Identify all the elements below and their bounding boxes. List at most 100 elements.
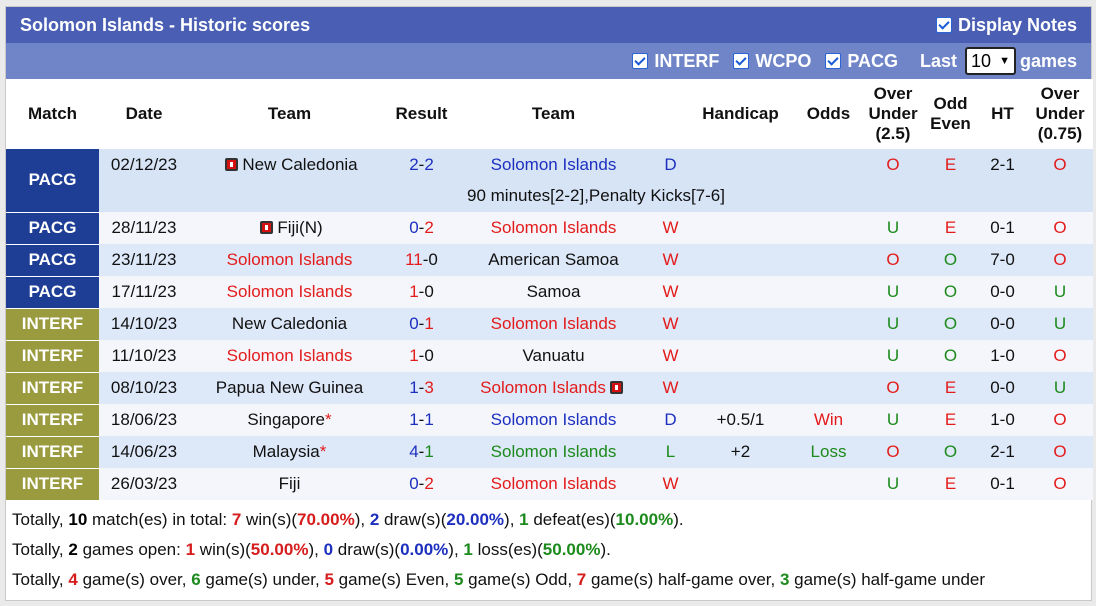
home-team-name[interactable]: Singapore <box>247 410 325 429</box>
score-home: 1 <box>409 282 419 301</box>
filter-interf-checkbox[interactable] <box>632 53 649 69</box>
win-loss-indicator: D <box>654 149 687 180</box>
summary-segment: draw(s)( <box>379 509 447 529</box>
half-time-score: 1-0 <box>978 340 1027 372</box>
away-team-name[interactable]: American Samoa <box>488 250 618 269</box>
home-team-name[interactable]: Papua New Guinea <box>216 378 363 397</box>
table-row: INTERF 18/06/23 Singapore* 1-1 Solomon Islan… <box>6 404 1093 437</box>
score-away: 0 <box>424 282 434 301</box>
header-odds: Odds <box>794 79 863 149</box>
away-team-name[interactable]: Solomon Islands <box>491 155 617 174</box>
match-date: 02/12/23 <box>99 149 189 180</box>
away-team[interactable]: American Samoa <box>453 244 654 276</box>
home-team[interactable]: New Caledonia <box>189 149 390 180</box>
match-competition[interactable]: PACG <box>6 149 99 213</box>
header-date: Date <box>99 79 189 149</box>
match-result[interactable]: 4-1 <box>390 436 453 468</box>
summary-segment: 70.00% <box>297 509 355 529</box>
home-team[interactable]: Malaysia* <box>189 436 390 468</box>
score-away: 1 <box>424 442 434 461</box>
match-result[interactable]: 2-2 <box>390 149 453 180</box>
match-competition[interactable]: PACG <box>6 276 99 309</box>
away-team-name[interactable]: Solomon Islands <box>491 442 617 461</box>
home-team-name[interactable]: Solomon Islands <box>227 282 353 301</box>
filter-wcpo-checkbox[interactable] <box>733 53 750 69</box>
summary-segment: 4 <box>68 569 78 589</box>
score-home: 1 <box>409 378 419 397</box>
home-team[interactable]: Solomon Islands <box>189 244 390 276</box>
summary-segment: 2 <box>369 509 380 529</box>
odds-result <box>794 372 863 404</box>
match-competition[interactable]: INTERF <box>6 340 99 373</box>
odds-result: Win <box>794 404 863 436</box>
panel-title: Solomon Islands - Historic scores <box>20 14 311 35</box>
away-team[interactable]: Solomon Islands <box>453 468 654 500</box>
away-team-name[interactable]: Solomon Islands <box>491 314 617 333</box>
home-team[interactable]: Papua New Guinea <box>189 372 390 404</box>
match-result[interactable]: 0-2 <box>390 468 453 500</box>
table-row: PACG 23/11/23 Solomon Islands 11-0 American … <box>6 244 1093 277</box>
home-team-name[interactable]: New Caledonia <box>242 155 357 174</box>
away-team[interactable]: Solomon Islands <box>453 372 654 404</box>
score-home: 1 <box>409 346 419 365</box>
display-notes-checkbox[interactable] <box>935 17 952 33</box>
match-competition[interactable]: INTERF <box>6 372 99 405</box>
home-team-name[interactable]: Malaysia <box>253 442 320 461</box>
display-notes-toggle[interactable]: Display Notes <box>935 14 1077 36</box>
title-bar: Solomon Islands - Historic scores Displa… <box>6 7 1091 43</box>
away-team[interactable]: Solomon Islands <box>453 308 654 340</box>
home-team-name[interactable]: Solomon Islands <box>227 250 353 269</box>
away-team[interactable]: Solomon Islands <box>453 404 654 436</box>
home-team[interactable]: Fiji <box>189 468 390 500</box>
filter-interf[interactable]: INTERF <box>632 51 719 72</box>
last-games-select[interactable]: 10 ▼ <box>965 47 1016 75</box>
home-team[interactable]: Solomon Islands <box>189 276 390 308</box>
home-team-name[interactable]: Fiji(N) <box>277 218 322 237</box>
away-team-name[interactable]: Solomon Islands <box>480 378 606 397</box>
match-result[interactable]: 0-1 <box>390 308 453 340</box>
away-team[interactable]: Solomon Islands <box>453 149 654 180</box>
match-competition[interactable]: INTERF <box>6 468 99 501</box>
match-competition[interactable]: PACG <box>6 212 99 245</box>
summary-segment: game(s) half-game under <box>789 569 986 589</box>
away-team-name[interactable]: Solomon Islands <box>491 218 617 237</box>
table-row: INTERF 14/06/23 Malaysia* 4-1 Solomon Island… <box>6 436 1093 469</box>
display-notes-label: Display Notes <box>957 14 1077 35</box>
filter-pacg[interactable]: PACG <box>825 51 898 72</box>
match-competition[interactable]: INTERF <box>6 308 99 341</box>
home-team[interactable]: Singapore* <box>189 404 390 436</box>
match-result[interactable]: 1-0 <box>390 340 453 372</box>
match-competition[interactable]: INTERF <box>6 436 99 469</box>
half-time-score: 2-1 <box>978 436 1027 468</box>
away-team[interactable]: Solomon Islands <box>453 212 654 244</box>
odds-result <box>794 212 863 244</box>
odd-even: E <box>923 404 978 436</box>
home-team-name[interactable]: Fiji <box>279 474 301 493</box>
match-result[interactable]: 1-3 <box>390 372 453 404</box>
match-result[interactable]: 11-0 <box>390 244 453 276</box>
away-team-name[interactable]: Vanuatu <box>522 346 584 365</box>
half-time-score: 0-0 <box>978 308 1027 340</box>
home-team[interactable]: Fiji(N) <box>189 212 390 244</box>
match-result[interactable]: 1-0 <box>390 276 453 308</box>
home-team-name[interactable]: New Caledonia <box>232 314 347 333</box>
away-team[interactable]: Solomon Islands <box>453 436 654 468</box>
match-result[interactable]: 0-2 <box>390 212 453 244</box>
away-team[interactable]: Samoa <box>453 276 654 308</box>
home-team[interactable]: New Caledonia <box>189 308 390 340</box>
match-date: 11/10/23 <box>99 340 189 372</box>
win-loss-indicator: W <box>654 308 687 340</box>
filter-pacg-checkbox[interactable] <box>825 53 842 69</box>
away-team[interactable]: Vanuatu <box>453 340 654 372</box>
away-team-name[interactable]: Samoa <box>527 282 581 301</box>
score-away: 3 <box>424 378 434 397</box>
away-team-name[interactable]: Solomon Islands <box>491 410 617 429</box>
match-competition[interactable]: PACG <box>6 244 99 277</box>
match-competition[interactable]: INTERF <box>6 404 99 437</box>
over-under-075: U <box>1027 308 1093 340</box>
home-team[interactable]: Solomon Islands <box>189 340 390 372</box>
match-result[interactable]: 1-1 <box>390 404 453 436</box>
filter-wcpo[interactable]: WCPO <box>733 51 811 72</box>
away-team-name[interactable]: Solomon Islands <box>491 474 617 493</box>
home-team-name[interactable]: Solomon Islands <box>227 346 353 365</box>
